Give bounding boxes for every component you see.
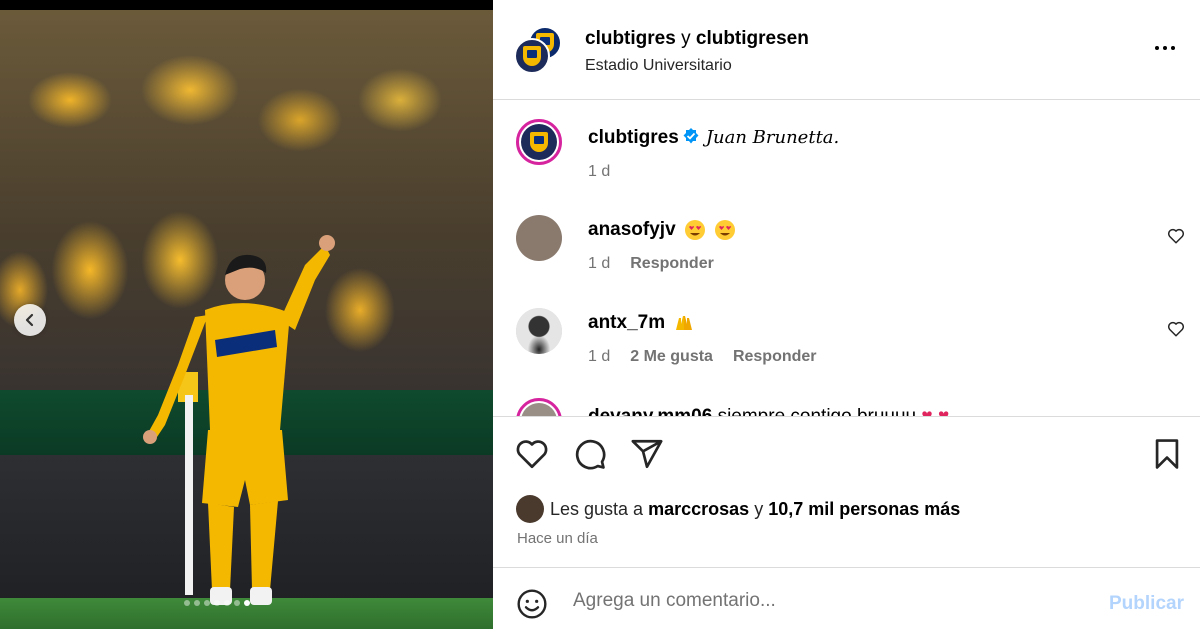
post-owners: clubtigres y clubtigresen bbox=[585, 28, 809, 50]
post-actions: Les gusta a marccrosas y 10,7 mil person… bbox=[493, 416, 1200, 567]
owner-conjunction: y bbox=[681, 28, 691, 49]
liker-username[interactable]: marccrosas bbox=[648, 499, 749, 520]
verified-badge-icon bbox=[683, 128, 699, 144]
caption-text: Juan Brunetta. bbox=[705, 127, 840, 148]
likes-summary[interactable]: Les gusta a marccrosas y 10,7 mil person… bbox=[516, 495, 960, 523]
like-comment-heart-icon[interactable] bbox=[1167, 227, 1185, 245]
like-comment-heart-icon[interactable] bbox=[1167, 320, 1185, 338]
caption-username[interactable]: clubtigres bbox=[588, 127, 679, 148]
comment-time[interactable]: 1 d bbox=[588, 348, 610, 366]
comment-username[interactable]: devany.mm06 bbox=[588, 406, 712, 416]
avatar[interactable] bbox=[516, 215, 562, 261]
comment-likes[interactable]: 2 Me gusta bbox=[630, 348, 713, 366]
publish-button[interactable]: Publicar bbox=[1109, 593, 1184, 615]
carousel-indicator bbox=[184, 600, 250, 606]
player-figure bbox=[143, 235, 335, 605]
comments-list[interactable]: clubtigres Juan Brunetta. 1 d anasofyjv 1… bbox=[493, 101, 1200, 416]
likes-conjunction: y bbox=[754, 498, 764, 519]
carousel-dot bbox=[194, 600, 200, 606]
heart-icon[interactable] bbox=[515, 437, 549, 471]
emoji-picker-icon[interactable] bbox=[516, 588, 548, 620]
post-photo[interactable] bbox=[0, 0, 493, 629]
comment-icon[interactable] bbox=[573, 437, 607, 471]
owner-secondary-link[interactable]: clubtigresen bbox=[696, 28, 809, 49]
avatar[interactable] bbox=[516, 398, 562, 416]
owner-primary-link[interactable]: clubtigres bbox=[585, 28, 676, 49]
carousel-dot bbox=[214, 600, 220, 606]
reply-button[interactable]: Responder bbox=[733, 348, 817, 366]
likes-prefix: Les gusta a bbox=[550, 498, 644, 519]
caption-meta: 1 d bbox=[588, 163, 610, 181]
more-horizontal-icon[interactable] bbox=[1153, 36, 1177, 60]
comment-username[interactable]: anasofyjv bbox=[588, 219, 676, 240]
red-heart-icon: ♥ bbox=[921, 406, 932, 416]
carousel-dot bbox=[244, 600, 250, 606]
post-details-panel: clubtigres y clubtigresen Estadio Univer… bbox=[493, 0, 1200, 629]
red-heart-icon: ♥ bbox=[938, 406, 949, 416]
avatar[interactable] bbox=[516, 119, 562, 165]
comment-input[interactable] bbox=[573, 590, 1073, 612]
carousel-dot bbox=[204, 600, 210, 606]
carousel-dot bbox=[224, 600, 230, 606]
raising-hands-emoji-icon bbox=[676, 316, 693, 330]
location-link[interactable]: Estadio Universitario bbox=[585, 57, 732, 75]
tigres-crest-icon bbox=[530, 132, 548, 152]
liker-avatar[interactable] bbox=[516, 495, 544, 523]
carousel-dot bbox=[184, 600, 190, 606]
tigres-crest-icon bbox=[523, 46, 541, 66]
likes-others[interactable]: 10,7 mil personas más bbox=[768, 499, 960, 520]
comment-meta: 1 d 2 Me gusta Responder bbox=[588, 348, 817, 366]
chevron-left-icon bbox=[25, 313, 34, 327]
bookmark-icon[interactable] bbox=[1150, 437, 1184, 471]
comment-meta: 1 d Responder bbox=[588, 255, 714, 273]
comment-username[interactable]: antx_7m bbox=[588, 312, 665, 333]
carousel-dot bbox=[234, 600, 240, 606]
heart-eyes-emoji-icon bbox=[684, 220, 705, 240]
collab-avatars[interactable] bbox=[514, 26, 564, 76]
avatar[interactable] bbox=[516, 308, 562, 354]
post-date[interactable]: Hace un día bbox=[517, 530, 598, 547]
caption-time[interactable]: 1 d bbox=[588, 163, 610, 181]
heart-eyes-emoji-icon bbox=[715, 220, 736, 240]
carousel-back-button[interactable] bbox=[14, 304, 46, 336]
avatar-primary[interactable] bbox=[514, 38, 550, 74]
comment-time[interactable]: 1 d bbox=[588, 255, 610, 273]
post-header: clubtigres y clubtigresen Estadio Univer… bbox=[493, 0, 1200, 100]
comment-composer: Publicar bbox=[493, 567, 1200, 629]
reply-button[interactable]: Responder bbox=[630, 255, 714, 273]
comment-text: siempre contigo bruuuu bbox=[718, 406, 917, 416]
photo-top-bar bbox=[0, 0, 493, 10]
share-icon[interactable] bbox=[630, 437, 664, 471]
